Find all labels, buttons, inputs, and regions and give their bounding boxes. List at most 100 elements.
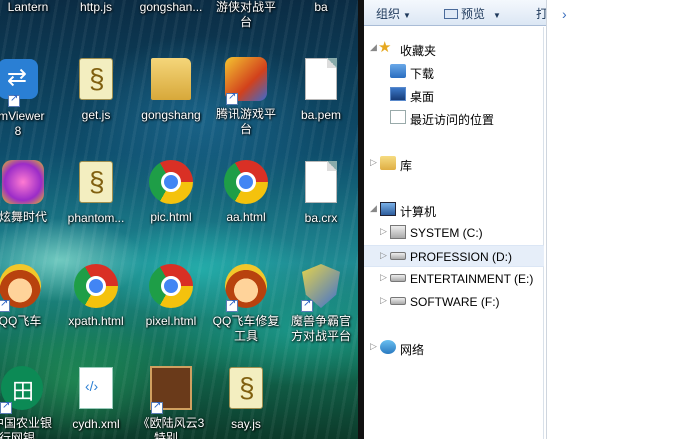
tree-item-label: 最近访问的位置 (410, 113, 495, 127)
desktop-icon-tencent-games[interactable]: 腾讯游戏平 台 (208, 55, 284, 137)
expander-icon[interactable]: ▷ (380, 226, 387, 237)
tree-item-drive-e[interactable]: ▷ ENTERTAINMENT (E:) (364, 268, 544, 290)
tree-item-network[interactable]: ▷ 网络 (364, 337, 544, 359)
tree-item-label: SYSTEM (C:) (410, 226, 483, 240)
desktop-icon-youxia[interactable]: 游侠对战平 台 (208, 0, 284, 30)
tree-item-computer[interactable]: ◢ 计算机 (364, 199, 544, 221)
desktop-icon-say-js[interactable]: say.js (208, 364, 284, 432)
desktop-icon-label: cydh.xml (72, 417, 120, 431)
desktop-icon-label: 游侠对战平 台 (215, 0, 276, 29)
desktop-icon-aa-html[interactable]: aa.html (208, 158, 284, 225)
desktop-icon-label: phantom... (67, 211, 125, 225)
desktop-icon-ba[interactable]: ba (283, 0, 358, 15)
chevron-right-icon[interactable]: › (562, 6, 567, 22)
desktop-icon-label: amViewer 8 (0, 109, 45, 138)
star-icon: ★ (378, 39, 392, 56)
script-icon (79, 161, 113, 203)
preview-label: 预览 (461, 7, 486, 21)
desktop-icon-gongshang[interactable]: gongshang (133, 55, 209, 123)
tree-item-label: 收藏夹 (400, 44, 437, 58)
desktop-icon-label: http.js (79, 0, 112, 14)
desktop-icon-label: 炫舞时代 (0, 210, 47, 224)
chrome-icon (149, 264, 193, 308)
desktop-icon-get-js[interactable]: get.js (58, 55, 134, 123)
desktop-icon-label: QQ飞车 (0, 314, 42, 328)
desktop-icon-qq-speed[interactable]: QQ飞车 (0, 262, 58, 329)
desktop-icon-label: get.js (81, 108, 111, 122)
chrome-icon (224, 160, 268, 204)
desktop-icon-http-js[interactable]: http.js (58, 0, 134, 15)
desktop-icon-label: ba (314, 0, 328, 14)
tree-item-label: 网络 (400, 343, 425, 357)
drive-icon (390, 297, 406, 305)
shortcut-arrow-icon (226, 91, 238, 105)
desktop-icon-cydh-xml[interactable]: cydh.xml (58, 364, 134, 432)
preview-button[interactable]: 预览 ▼ (444, 5, 501, 22)
tree-item-drive-d[interactable]: ▷ PROFESSION (D:) (364, 245, 544, 267)
file-icon (305, 161, 337, 203)
tree-item-recent-places[interactable]: 最近访问的位置 (364, 107, 544, 129)
desktop-icon-qq-speed-repair[interactable]: QQ飞车修复 工具 (208, 262, 284, 344)
preview-icon (444, 9, 458, 19)
desktop-icon-europa[interactable]: 《欧陆风云3 特别... (133, 364, 209, 439)
script-icon (79, 58, 113, 100)
xml-file-icon (79, 367, 113, 409)
desktop-icon-pic-html[interactable]: pic.html (133, 158, 209, 225)
desktop-icon-teamviewer[interactable]: amViewer 8 (0, 55, 56, 139)
teamviewer-icon (0, 59, 38, 99)
desktop-icon-label: xpath.html (68, 314, 124, 328)
tree-item-downloads[interactable]: 下载 (364, 61, 544, 83)
desktop-icon-label: 《欧陆风云3 特别... (137, 416, 205, 439)
tree-item-label: 库 (400, 159, 413, 173)
tree-item-drive-f[interactable]: ▷ SOFTWARE (F:) (364, 291, 544, 313)
desktop-icon-label: ba.crx (304, 211, 338, 225)
shortcut-arrow-icon (0, 298, 10, 312)
explorer-window: 组织 ▼ 预览 ▼ 打 ◢ ★ 收藏夹 下载 桌面 最近访问的位置 ▷ 库 ◢ … (364, 0, 675, 439)
chevron-down-icon: ▼ (403, 11, 411, 20)
desktop-icon-gongshan[interactable]: gongshan... (133, 0, 209, 15)
script-icon (229, 367, 263, 409)
tree-item-label: 桌面 (410, 90, 435, 104)
desktop-icon-pixel-html[interactable]: pixel.html (133, 262, 209, 329)
tree-item-desktop[interactable]: 桌面 (364, 84, 544, 106)
organize-button[interactable]: 组织 ▼ (376, 5, 411, 22)
desktop-icon-label: pixel.html (145, 314, 197, 328)
system-drive-icon (390, 225, 406, 239)
recent-places-icon (390, 110, 406, 124)
expander-icon[interactable]: ▷ (380, 272, 387, 283)
expander-icon[interactable]: ◢ (370, 42, 377, 53)
chrome-icon (149, 160, 193, 204)
tree-item-label: 下载 (410, 67, 435, 81)
desktop-icon-xuanwu[interactable]: 炫舞时代 (0, 158, 61, 225)
desktop-icon-phantom[interactable]: phantom... (58, 158, 134, 226)
expander-icon[interactable]: ▷ (370, 157, 377, 168)
expander-icon[interactable]: ▷ (380, 295, 387, 306)
desktop-icon-ba-pem[interactable]: ba.pem (283, 55, 358, 123)
desktop-icon-ba-crx[interactable]: ba.crx (283, 158, 358, 226)
shortcut-arrow-icon (301, 298, 313, 312)
chevron-down-icon: ▼ (493, 11, 501, 20)
tree-item-favorites[interactable]: ◢ ★ 收藏夹 (364, 38, 544, 60)
expander-icon[interactable]: ◢ (370, 203, 377, 214)
dance-game-icon (2, 160, 44, 204)
content-pane: › (546, 0, 675, 439)
chrome-icon (74, 264, 118, 308)
shortcut-arrow-icon (151, 400, 163, 414)
shortcut-arrow-icon (0, 400, 12, 414)
tree-item-drive-c[interactable]: ▷ SYSTEM (C:) (364, 222, 544, 244)
drive-icon (390, 274, 406, 282)
desktop-icon-abc-bank[interactable]: 中国农业银 行网银... (0, 364, 60, 439)
desktop-icon-lantern[interactable]: Lantern (0, 0, 66, 15)
folder-icon (151, 58, 191, 100)
tree-item-label: ENTERTAINMENT (E:) (410, 272, 534, 286)
desktop-icon-xpath-html[interactable]: xpath.html (58, 262, 134, 329)
desktop-folder-icon (390, 87, 406, 101)
tree-item-label: 计算机 (400, 205, 437, 219)
expander-icon[interactable]: ▷ (370, 341, 377, 352)
shortcut-arrow-icon (8, 93, 20, 107)
desktop-icon-warcraft-platform[interactable]: 魔兽争霸官 方对战平台 (283, 262, 358, 344)
expander-icon[interactable]: ▷ (380, 250, 387, 261)
desktop-icon-label: 中国农业银 行网银... (0, 416, 52, 439)
desktop: Lantern http.js gongshan... 游侠对战平 台 ba a… (0, 0, 358, 439)
tree-item-libraries[interactable]: ▷ 库 (364, 153, 544, 175)
